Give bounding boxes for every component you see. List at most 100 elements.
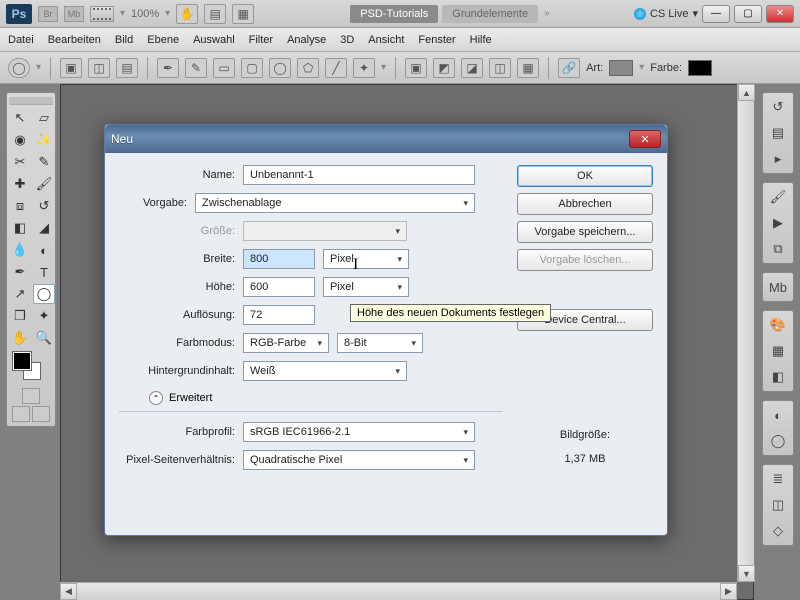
styles-panel-icon[interactable]: ◧ bbox=[767, 367, 789, 387]
quickmask-icon[interactable] bbox=[22, 388, 40, 404]
tool-3d-camera[interactable]: ✦ bbox=[33, 306, 55, 326]
layers-panel-icon[interactable]: ≣ bbox=[767, 469, 789, 489]
menu-hilfe[interactable]: Hilfe bbox=[470, 34, 492, 46]
tool-gradient[interactable]: ◢ bbox=[33, 218, 55, 238]
vorgabe-combo[interactable]: Zwischenablage▾ bbox=[195, 193, 475, 213]
ok-button[interactable]: OK bbox=[517, 165, 653, 187]
link-icon[interactable]: 🔗 bbox=[558, 58, 580, 78]
tool-hand[interactable]: ✋ bbox=[9, 328, 31, 348]
path-icon[interactable]: ◫ bbox=[88, 58, 110, 78]
scroll-right-icon[interactable]: ▶ bbox=[720, 583, 737, 600]
more-icon[interactable]: » bbox=[544, 8, 550, 19]
screenmode-full-icon[interactable] bbox=[32, 406, 50, 422]
tool-dodge[interactable]: ◐ bbox=[33, 240, 55, 260]
custom-shape-icon[interactable]: ✦ bbox=[353, 58, 375, 78]
screenmode-icon[interactable] bbox=[90, 6, 114, 22]
farbprofil-combo[interactable]: sRGB IEC61966-2.1▾ bbox=[243, 422, 475, 442]
roundrect-icon[interactable]: ▢ bbox=[241, 58, 263, 78]
screenmode-standard-icon[interactable] bbox=[12, 406, 30, 422]
tool-eraser[interactable]: ◧ bbox=[9, 218, 31, 238]
grid-icon[interactable]: ▦ bbox=[232, 4, 254, 24]
maximize-button[interactable]: ▢ bbox=[734, 5, 762, 23]
bits-combo[interactable]: 8-Bit▾ bbox=[337, 333, 423, 353]
tool-type[interactable]: T bbox=[33, 262, 55, 282]
tool-history[interactable]: ↺ bbox=[33, 196, 55, 216]
combine-subtract-icon[interactable]: ◪ bbox=[461, 58, 483, 78]
minibridge-icon[interactable]: Mb bbox=[64, 6, 84, 22]
color-swatch[interactable] bbox=[688, 60, 712, 76]
hand-icon[interactable]: ✋ bbox=[176, 4, 198, 24]
brush-panel-icon[interactable]: 🖌 bbox=[767, 187, 789, 207]
menu-fenster[interactable]: Fenster bbox=[418, 34, 455, 46]
combine-new-icon[interactable]: ▣ bbox=[405, 58, 427, 78]
aspect-combo[interactable]: Quadratische Pixel▾ bbox=[243, 450, 475, 470]
pen-icon[interactable]: ✒ bbox=[157, 58, 179, 78]
menu-ebene[interactable]: Ebene bbox=[147, 34, 179, 46]
docs-icon[interactable]: ▤ bbox=[204, 4, 226, 24]
vorgabe-speichern-button[interactable]: Vorgabe speichern... bbox=[517, 221, 653, 243]
scroll-down-icon[interactable]: ▼ bbox=[738, 565, 755, 582]
tool-stamp[interactable]: ⧈ bbox=[9, 196, 31, 216]
combine-exclude-icon[interactable]: ▦ bbox=[517, 58, 539, 78]
freeform-icon[interactable]: ✎ bbox=[185, 58, 207, 78]
shape-layer-icon[interactable]: ▣ bbox=[60, 58, 82, 78]
breite-input[interactable] bbox=[243, 249, 315, 269]
minimize-button[interactable]: — bbox=[702, 5, 730, 23]
toolbox-grip[interactable] bbox=[9, 97, 53, 105]
foreground-color[interactable] bbox=[13, 352, 31, 370]
workspace-tab-grundelemente[interactable]: Grundelemente bbox=[442, 5, 538, 23]
tool-blur[interactable]: 💧 bbox=[9, 240, 31, 260]
adjustments-panel-icon[interactable]: ◐ bbox=[767, 405, 789, 425]
name-input[interactable] bbox=[243, 165, 475, 185]
menu-bild[interactable]: Bild bbox=[115, 34, 133, 46]
channels-panel-icon[interactable]: ◫ bbox=[767, 495, 789, 515]
hintergrund-combo[interactable]: Weiß▾ bbox=[243, 361, 407, 381]
zoom-level[interactable]: 100% bbox=[131, 8, 159, 20]
tool-zoom[interactable]: 🔍 bbox=[33, 328, 55, 348]
combine-add-icon[interactable]: ◩ bbox=[433, 58, 455, 78]
abbrechen-button[interactable]: Abbrechen bbox=[517, 193, 653, 215]
aufloesung-input[interactable] bbox=[243, 305, 315, 325]
paths-panel-icon[interactable]: ◇ bbox=[767, 521, 789, 541]
combine-intersect-icon[interactable]: ◫ bbox=[489, 58, 511, 78]
workspace-tab-tutorials[interactable]: PSD-Tutorials bbox=[350, 5, 438, 23]
polygon-icon[interactable]: ⬠ bbox=[297, 58, 319, 78]
brush-presets-panel-icon[interactable]: ▶ bbox=[767, 213, 789, 233]
minibridge-panel-icon[interactable]: Mb bbox=[767, 277, 789, 297]
scrollbar-horizontal[interactable]: ◀ ▶ bbox=[60, 582, 737, 600]
masks-panel-icon[interactable]: ◯ bbox=[767, 431, 789, 451]
line-icon[interactable]: ╱ bbox=[325, 58, 347, 78]
erweitert-toggle[interactable]: ⌃ bbox=[149, 391, 163, 405]
tool-path[interactable]: ↗ bbox=[9, 284, 31, 304]
cslive-button[interactable]: CS Live ▾ bbox=[634, 7, 698, 20]
rect-icon[interactable]: ▭ bbox=[213, 58, 235, 78]
fill-icon[interactable]: ▤ bbox=[116, 58, 138, 78]
clone-source-panel-icon[interactable]: ⧉ bbox=[767, 239, 789, 259]
breite-unit-combo[interactable]: Pixel▾ bbox=[323, 249, 409, 269]
scroll-left-icon[interactable]: ◀ bbox=[60, 583, 77, 600]
history-panel-icon[interactable]: ↺ bbox=[767, 97, 789, 117]
actions-panel-icon[interactable]: ▤ bbox=[767, 123, 789, 143]
menu-auswahl[interactable]: Auswahl bbox=[193, 34, 235, 46]
tool-brush[interactable]: 🖌 bbox=[33, 174, 55, 194]
tool-marquee[interactable]: ▱ bbox=[33, 108, 55, 128]
menu-filter[interactable]: Filter bbox=[249, 34, 273, 46]
bridge-icon[interactable]: Br bbox=[38, 6, 58, 22]
style-swatch[interactable] bbox=[609, 60, 633, 76]
dialog-titlebar[interactable]: Neu ✕ bbox=[105, 125, 667, 153]
menu-analyse[interactable]: Analyse bbox=[287, 34, 326, 46]
hoehe-unit-combo[interactable]: Pixel▾ bbox=[323, 277, 409, 297]
close-button[interactable]: ✕ bbox=[766, 5, 794, 23]
hoehe-input[interactable] bbox=[243, 277, 315, 297]
swatches-panel-icon[interactable]: ▦ bbox=[767, 341, 789, 361]
tool-heal[interactable]: ✚ bbox=[9, 174, 31, 194]
tool-pen[interactable]: ✒ bbox=[9, 262, 31, 282]
menu-3d[interactable]: 3D bbox=[340, 34, 354, 46]
menu-ansicht[interactable]: Ansicht bbox=[368, 34, 404, 46]
ellipse-icon[interactable]: ◯ bbox=[269, 58, 291, 78]
tool-eyedropper[interactable]: ✎ bbox=[33, 152, 55, 172]
tool-move[interactable]: ↖ bbox=[9, 108, 31, 128]
scrollbar-vertical[interactable]: ▲ ▼ bbox=[737, 84, 754, 582]
menu-datei[interactable]: Datei bbox=[8, 34, 34, 46]
color-panel-icon[interactable]: 🎨 bbox=[767, 315, 789, 335]
